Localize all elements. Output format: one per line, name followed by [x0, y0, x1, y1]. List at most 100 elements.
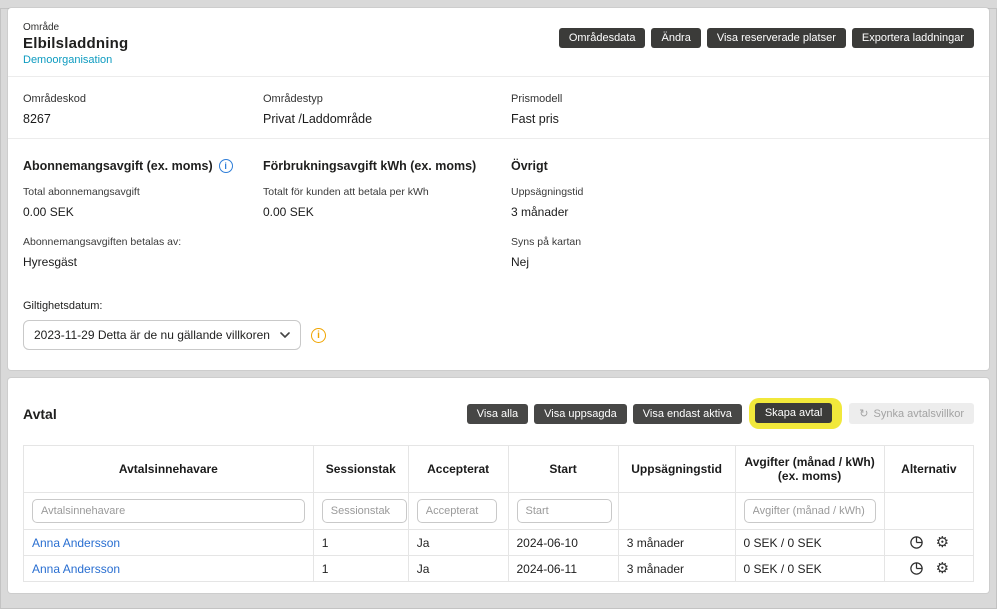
payer-value: Hyresgäst [23, 255, 263, 269]
validity-label: Giltighetsdatum: [23, 300, 974, 312]
empty-filter-cell [618, 493, 735, 530]
consumption-fee-heading: Förbrukningsavgift kWh (ex. moms) [263, 159, 511, 173]
settings-gear-icon[interactable]: ⚙ [936, 561, 949, 576]
empty-filter-cell [884, 493, 973, 530]
info-icon[interactable]: i [219, 159, 233, 173]
consumption-total-label: Totalt för kunden att betala per kWh [263, 186, 511, 198]
column-header-fees: Avgifter (månad / kWh) (ex. moms) [735, 446, 884, 493]
contracts-header: Avtal Visa alla Visa uppsagda Visa endas… [23, 398, 974, 429]
area-header: Område Elbilsladdning Demoorganisation O… [23, 18, 974, 66]
filter-holder-input[interactable] [32, 499, 305, 523]
create-contract-button[interactable]: Skapa avtal [755, 403, 832, 423]
contracts-action-buttons: Visa alla Visa uppsagda Visa endast akti… [467, 398, 974, 429]
start-cell: 2024-06-11 [508, 556, 618, 582]
map-visibility-value: Nej [511, 255, 974, 269]
contract-holder-link[interactable]: Anna Andersson [32, 536, 120, 550]
show-terminated-button[interactable]: Visa uppsagda [534, 404, 627, 424]
other-heading: Övrigt [511, 159, 974, 173]
filter-start-input[interactable] [517, 499, 612, 523]
accepted-cell: Ja [408, 530, 508, 556]
start-cell: 2024-06-10 [508, 530, 618, 556]
payer-label: Abonnemangsavgiften betalas av: [23, 236, 263, 248]
heading-text: Abonnemangsavgift (ex. moms) [23, 159, 213, 173]
area-action-buttons: Områdesdata Ändra Visa reserverade plats… [559, 28, 974, 48]
field-area-type: Områdestyp Privat /Laddområde [263, 93, 511, 126]
area-kicker: Område [23, 18, 128, 33]
sync-contract-terms-button: ↻ Synka avtalsvillkor [849, 403, 974, 424]
session-cap-cell: 1 [313, 530, 408, 556]
show-all-button[interactable]: Visa alla [467, 404, 528, 424]
filter-session-cap-input[interactable] [322, 499, 407, 523]
field-value: Privat /Laddområde [263, 112, 511, 126]
column-header-notice: Uppsägningstid [618, 446, 735, 493]
options-cell: ⚙ [884, 530, 973, 556]
notice-cell: 3 månader [618, 556, 735, 582]
table-header-row: Avtalsinnehavare Sessionstak Accepterat … [24, 446, 974, 493]
field-label: Prismodell [511, 93, 974, 105]
field-label: Områdeskod [23, 93, 263, 105]
settings-gear-icon[interactable]: ⚙ [936, 535, 949, 550]
column-header-accepted: Accepterat [408, 446, 508, 493]
column-header-start: Start [508, 446, 618, 493]
page-title: Elbilsladdning [23, 35, 128, 52]
map-visibility-label: Syns på kartan [511, 236, 974, 248]
notice-period-value: 3 månader [511, 205, 974, 219]
chevron-down-icon [280, 332, 290, 338]
other-column: Övrigt Uppsägningstid 3 månader Syns på … [511, 159, 974, 286]
divider [8, 138, 989, 139]
consumption-fee-column: Förbrukningsavgift kWh (ex. moms) Totalt… [263, 159, 511, 286]
column-header-session-cap: Sessionstak [313, 446, 408, 493]
notice-period-label: Uppsägningstid [511, 186, 974, 198]
validity-date-select[interactable]: 2023-11-29 Detta är de nu gällande villk… [23, 320, 301, 350]
consumption-total-value: 0.00 SEK [263, 205, 511, 219]
organization-link[interactable]: Demoorganisation [23, 54, 128, 66]
validity-select-row: 2023-11-29 Detta är de nu gällande villk… [23, 320, 974, 350]
area-card: Område Elbilsladdning Demoorganisation O… [8, 8, 989, 370]
column-header-holder: Avtalsinnehavare [24, 446, 314, 493]
edit-button[interactable]: Ändra [651, 28, 700, 48]
fees-cell: 0 SEK / 0 SEK [735, 530, 884, 556]
sync-icon: ↻ [859, 407, 868, 420]
field-value: Fast pris [511, 112, 974, 126]
filter-fees-input[interactable] [744, 499, 876, 523]
export-charges-button[interactable]: Exportera laddningar [852, 28, 974, 48]
usage-pie-chart-icon[interactable] [909, 535, 924, 550]
contracts-table: Avtalsinnehavare Sessionstak Accepterat … [23, 445, 974, 582]
subscription-fee-column: Abonnemangsavgift (ex. moms) i Total abo… [23, 159, 263, 286]
table-row: Anna Andersson 1 Ja 2024-06-10 3 månader… [24, 530, 974, 556]
show-reserved-spots-button[interactable]: Visa reserverade platser [707, 28, 846, 48]
accepted-cell: Ja [408, 556, 508, 582]
sync-button-label: Synka avtalsvillkor [874, 408, 964, 420]
field-value: 8267 [23, 112, 263, 126]
field-area-code: Områdeskod 8267 [23, 93, 263, 126]
fees-cell: 0 SEK / 0 SEK [735, 556, 884, 582]
table-row: Anna Andersson 1 Ja 2024-06-11 3 månader… [24, 556, 974, 582]
contract-holder-link[interactable]: Anna Andersson [32, 562, 120, 576]
filter-accepted-input[interactable] [417, 499, 497, 523]
area-info-row: Områdeskod 8267 Områdestyp Privat /Laddo… [23, 93, 974, 126]
total-subscription-label: Total abonnemangsavgift [23, 186, 263, 198]
show-active-only-button[interactable]: Visa endast aktiva [633, 404, 742, 424]
area-data-button[interactable]: Områdesdata [559, 28, 646, 48]
validity-section: Giltighetsdatum: 2023-11-29 Detta är de … [23, 300, 974, 350]
field-price-model: Prismodell Fast pris [511, 93, 974, 126]
usage-pie-chart-icon[interactable] [909, 561, 924, 576]
pricing-section: Abonnemangsavgift (ex. moms) i Total abo… [23, 159, 974, 286]
warning-info-icon[interactable]: i [311, 328, 326, 343]
heading-text: Övrigt [511, 159, 548, 173]
contracts-title: Avtal [23, 406, 57, 422]
field-label: Områdestyp [263, 93, 511, 105]
heading-text: Förbrukningsavgift kWh (ex. moms) [263, 159, 476, 173]
divider [8, 76, 989, 77]
contracts-card: Avtal Visa alla Visa uppsagda Visa endas… [8, 378, 989, 593]
options-cell: ⚙ [884, 556, 973, 582]
table-filter-row [24, 493, 974, 530]
highlight-annotation: Skapa avtal [749, 398, 842, 429]
subscription-fee-heading: Abonnemangsavgift (ex. moms) i [23, 159, 263, 173]
validity-selected-option: 2023-11-29 Detta är de nu gällande villk… [34, 328, 270, 342]
session-cap-cell: 1 [313, 556, 408, 582]
area-titles: Område Elbilsladdning Demoorganisation [23, 18, 128, 66]
notice-cell: 3 månader [618, 530, 735, 556]
column-header-options: Alternativ [884, 446, 973, 493]
total-subscription-value: 0.00 SEK [23, 205, 263, 219]
